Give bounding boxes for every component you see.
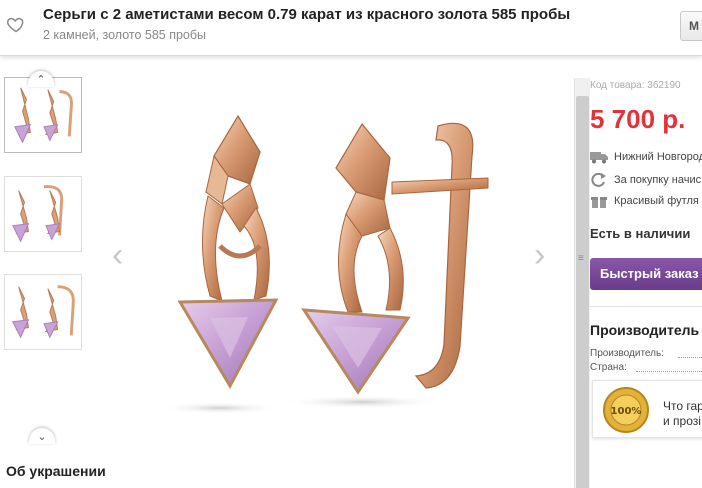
- manufacturer-label: Производитель:: [590, 348, 664, 359]
- manufacturer-title: Производитель: [590, 322, 700, 338]
- earrings-thumbnail-image: [12, 185, 64, 243]
- delivery-row: Нижний Новгород: [590, 150, 702, 164]
- product-header: Серьги с 2 аметистами весом 0.79 карат и…: [0, 0, 702, 56]
- earrings-thumbnail-image: [14, 87, 73, 144]
- dotted-leader: [636, 371, 702, 372]
- thumbnails-up-button[interactable]: ⌃: [28, 71, 54, 87]
- page-subtitle: 2 камней, золото 585 пробы: [43, 28, 207, 42]
- stock-status: Есть в наличии: [590, 226, 691, 241]
- gift-row: Красивый футля: [590, 194, 699, 208]
- about-section-title: Об украшении: [6, 463, 106, 479]
- svg-text:100%: 100%: [611, 406, 642, 417]
- heart-icon[interactable]: [6, 14, 26, 34]
- thumbnail-1[interactable]: [4, 77, 82, 153]
- divider: [590, 306, 702, 307]
- header-button[interactable]: М: [680, 11, 702, 41]
- guarantee-line-2: и прозі: [663, 414, 701, 428]
- refresh-icon: [591, 173, 606, 187]
- gallery-prev-button[interactable]: ‹: [112, 236, 123, 275]
- product-main-image: [160, 114, 489, 414]
- guarantee-seal-icon: 100%: [603, 387, 649, 433]
- delivery-text[interactable]: Нижний Новгород: [614, 151, 702, 163]
- thumbnail-2[interactable]: [4, 176, 82, 252]
- page-title: Серьги с 2 аметистами весом 0.79 карат и…: [43, 6, 571, 23]
- guarantee-box[interactable]: 100% Что гар и прозі: [592, 380, 702, 438]
- thumbnail-3[interactable]: [4, 274, 82, 350]
- guarantee-line-1: Что гар: [663, 399, 702, 413]
- quick-order-button[interactable]: Быстрый заказ: [590, 258, 702, 290]
- scrollbar-grip-icon: ≡: [578, 253, 584, 264]
- thumbnails-down-button[interactable]: ⌄: [29, 428, 55, 444]
- product-info-panel: Код товара: 362190 5 700 р. Нижний Новго…: [590, 78, 702, 488]
- gift-text: Красивый футля: [614, 194, 699, 207]
- truck-icon: [590, 152, 608, 164]
- bonus-row: За покупку начис: [590, 173, 701, 187]
- earrings-thumbnail-image: [12, 285, 75, 339]
- product-sku: Код товара: 362190: [590, 80, 681, 91]
- gift-icon: [591, 197, 607, 208]
- scrollbar[interactable]: ≡: [574, 78, 590, 488]
- gallery-next-button[interactable]: ›: [534, 236, 545, 275]
- country-row: Страна:: [590, 362, 702, 373]
- guarantee-text: Что гар и прозі: [663, 399, 702, 429]
- scrollbar-thumb[interactable]: [576, 96, 589, 488]
- product-price: 5 700 р.: [590, 104, 686, 134]
- dotted-leader: [678, 357, 702, 358]
- manufacturer-row: Производитель:: [590, 348, 702, 359]
- chevron-up-icon: ⌃: [36, 74, 46, 86]
- bonus-text: За покупку начис: [614, 173, 702, 186]
- country-label: Страна:: [590, 362, 627, 373]
- chevron-down-icon: ⌄: [37, 431, 47, 443]
